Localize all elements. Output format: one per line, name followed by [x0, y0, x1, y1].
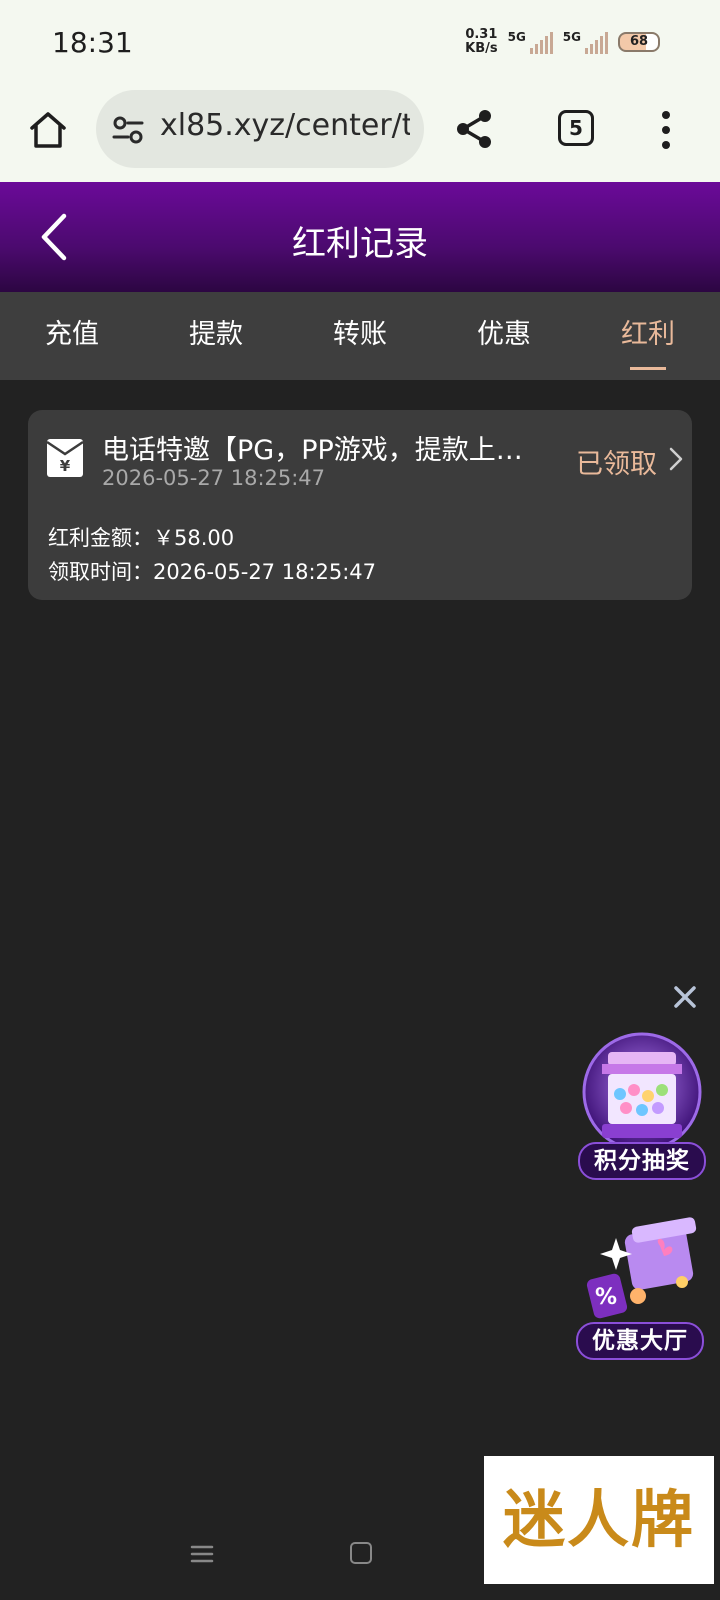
brand-logo: 迷人牌	[484, 1456, 714, 1584]
claim-time-value: 2026-05-27 18:25:47	[153, 560, 377, 584]
bonus-record-card[interactable]: ¥ 电话特邀【PG，PP游戏，提款上… 2026-05-27 18:25:47 …	[28, 410, 692, 600]
home-icon[interactable]	[26, 108, 70, 152]
gift-box-icon: %	[586, 1217, 697, 1319]
active-tab-indicator	[630, 367, 666, 370]
page-title: 红利记录	[292, 224, 428, 264]
more-vert-icon[interactable]	[660, 110, 672, 150]
brand-logo-text: 迷人牌	[502, 1483, 695, 1556]
browser-toolbar: xl85.xyz/center/t 5	[0, 88, 720, 182]
record-title: 电话特邀【PG，PP游戏，提款上…	[102, 435, 523, 466]
home-nav-icon[interactable]	[350, 1542, 372, 1564]
app-header: 红利记录	[0, 182, 720, 292]
chevron-right-icon[interactable]	[668, 446, 684, 472]
status-time: 18:31	[52, 26, 133, 59]
tab-withdraw[interactable]: 提款	[144, 292, 288, 380]
signal-bars-icon	[585, 30, 608, 54]
record-type-tabs: 充值 提款 转账 优惠 红利	[0, 292, 720, 380]
bonus-amount-label: 红利金额：	[48, 526, 153, 550]
red-envelope-icon: ¥	[46, 439, 84, 477]
promo-hall-button[interactable]: % 优惠大厅	[572, 1210, 708, 1366]
sim2-signal: 5G	[563, 30, 608, 54]
tabs-counter-icon[interactable]: 5	[558, 110, 594, 146]
tab-label: 转账	[333, 319, 387, 350]
svg-text:%: %	[595, 1285, 617, 1310]
status-bar: 18:31 0.31 KB/s 5G 5G 68	[0, 0, 720, 88]
tab-promotion[interactable]: 优惠	[432, 292, 576, 380]
record-date: 2026-05-27 18:25:47	[102, 466, 326, 490]
claw-machine-icon	[582, 1032, 702, 1152]
claim-time-row: 领取时间：2026-05-27 18:25:47	[48, 556, 376, 586]
tab-label: 红利	[621, 319, 675, 350]
claim-time-label: 领取时间：	[48, 560, 153, 584]
bonus-amount-value: ￥58.00	[153, 526, 235, 550]
share-icon[interactable]	[454, 108, 494, 150]
network-speed-unit: KB/s	[465, 41, 498, 56]
close-icon[interactable]	[672, 984, 698, 1010]
tab-label: 提款	[189, 319, 243, 350]
network-speed-value: 0.31	[465, 27, 498, 42]
promo-hall-label: 优惠大厅	[576, 1322, 704, 1360]
tab-label: 充值	[45, 319, 99, 350]
url-text[interactable]: xl85.xyz/center/t	[160, 108, 410, 143]
bonus-amount-row: 红利金额：￥58.00	[48, 522, 234, 552]
tab-label: 优惠	[477, 319, 531, 350]
sim2-label: 5G	[562, 30, 581, 44]
sim1-label: 5G	[507, 30, 526, 44]
network-speed: 0.31 KB/s	[465, 28, 497, 56]
points-lottery-button[interactable]: 积分抽奖	[574, 1030, 710, 1186]
tab-transfer[interactable]: 转账	[288, 292, 432, 380]
site-settings-icon[interactable]	[112, 115, 144, 145]
sim1-signal: 5G	[508, 30, 553, 54]
tab-bonus[interactable]: 红利	[576, 292, 720, 380]
recent-apps-icon[interactable]	[190, 1544, 214, 1564]
address-bar[interactable]: xl85.xyz/center/t	[96, 90, 424, 168]
svg-text:¥: ¥	[60, 457, 71, 475]
points-lottery-label: 积分抽奖	[578, 1142, 706, 1180]
status-icons: 0.31 KB/s 5G 5G 68	[465, 28, 660, 56]
battery-icon: 68	[618, 32, 660, 52]
record-status: 已领取	[576, 449, 657, 480]
signal-bars-icon	[529, 30, 553, 54]
tab-recharge[interactable]: 充值	[0, 292, 144, 380]
